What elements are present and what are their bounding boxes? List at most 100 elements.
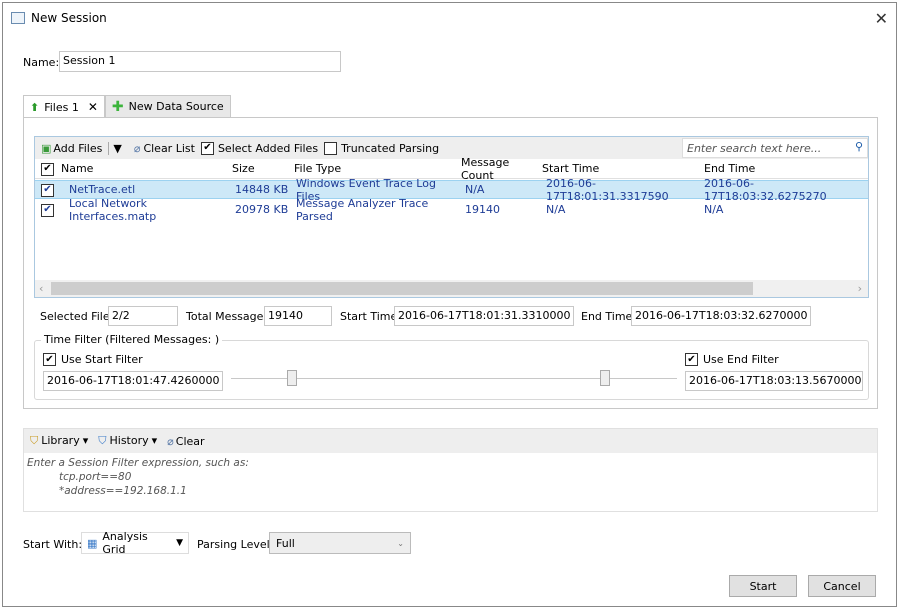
cell-name: Local Network Interfaces.matp [69,196,157,223]
use-start-filter-checkbox[interactable]: ✔ Use Start Filter [43,353,143,366]
add-files-button[interactable]: ▣ Add Files [41,142,102,155]
green-plus-icon: ✚ [111,98,124,115]
select-added-files-checkbox[interactable]: ✔ Select Added Files [200,141,318,155]
add-files-label: Add Files [53,141,103,155]
chevron-down-icon: ⌄ [397,538,404,548]
scroll-thumb[interactable] [51,282,753,295]
tab-files[interactable]: ⬆ Files 1 ✕ [23,95,105,118]
total-messages-value: 19140 [264,306,332,326]
library-button[interactable]: ⛉ Library ▾ [30,434,88,448]
truncated-parsing-checkbox[interactable]: Truncated Parsing [324,141,440,155]
col-file-type[interactable]: File Type [294,162,461,175]
start-button[interactable]: Start [729,575,797,597]
col-start-time[interactable]: Start Time [542,162,704,175]
tab-strip: ⬆ Files 1 ✕ ✚ New Data Source [23,95,231,118]
cell-start-time: 2016-06-17T18:01:31.3317590 [546,176,669,203]
parsing-level-label: Parsing Level: [197,538,274,551]
eraser-icon: ⌀ [167,434,174,448]
row-checkbox[interactable]: ✔ [41,203,54,217]
grid-toolbar: ▣ Add Files ▼ ⌀ Clear List ✔ Select Added F… [35,137,868,159]
clear-label: Clear [175,434,205,448]
time-filter-title: Time Filter (Filtered Messages: ) [41,333,223,346]
name-label: Name: [23,56,60,69]
end-time-label: End Time: [581,310,637,323]
row-checkbox[interactable]: ✔ [41,183,54,197]
cell-size: 14848 KB [235,183,289,196]
start-slider-handle[interactable] [287,370,297,386]
start-with-dropdown[interactable]: ▦ Analysis Grid ▼ [81,530,189,556]
hint-line: Enter a Session Filter expression, such … [27,457,249,469]
scroll-right-icon[interactable]: › [858,282,862,295]
tab-new-data-source[interactable]: ✚ New Data Source [104,95,231,117]
time-filter-group: Time Filter (Filtered Messages: ) ✔ Use S… [34,333,869,400]
library-label: Library [41,434,80,447]
filter-expression-input[interactable]: Enter a Session Filter expression, such … [24,453,877,501]
start-filter-input[interactable]: 2016-06-17T18:01:47.4260000 [43,371,223,391]
start-with-value: Analysis Grid [102,530,148,556]
clear-list-label: Clear List [143,141,195,155]
end-time-value: 2016-06-17T18:03:32.6270000 [631,306,811,326]
start-time-value: 2016-06-17T18:01:31.3310000 [394,306,574,326]
new-session-dialog: New Session ✕ Name: Session 1 ⬆ Files 1 … [2,2,897,607]
grid-icon: ▦ [87,536,98,550]
select-all-checkbox[interactable]: ✔ [41,162,54,176]
history-label: History [109,434,149,447]
session-icon [11,12,25,24]
cancel-button[interactable]: Cancel [808,575,876,597]
cell-end-time: 2016-06-17T18:03:32.6275270 [704,176,827,203]
tab-new-data-source-label: New Data Source [128,100,224,113]
search-input[interactable]: Enter search text here... ⚲ [682,138,868,158]
add-files-dropdown[interactable]: ▼ [108,141,122,155]
selected-files-value: 2/2 [108,306,178,326]
parsing-level-select[interactable]: Full ⌄ [269,532,411,554]
tab-close-icon[interactable]: ✕ [88,100,98,114]
filter-toolbar: ⛉ Library ▾ ⛉ History ▾ ⌀ Clear [24,429,877,453]
eraser-icon: ⌀ [133,141,141,155]
use-start-filter-label: Use Start Filter [61,353,143,366]
col-size[interactable]: Size [232,162,294,175]
time-range-slider[interactable] [231,378,677,379]
file-arrow-icon: ⬆ [30,100,40,114]
cell-end-time: N/A [704,203,724,216]
start-time-label: Start Time: [340,310,401,323]
title-bar: New Session [11,11,107,25]
use-end-filter-checkbox[interactable]: ✔ Use End Filter [685,353,779,366]
col-name[interactable]: Name [61,162,232,175]
cell-start-time: N/A [546,203,566,216]
col-end-time[interactable]: End Time [704,162,864,175]
table-row[interactable]: ✔ Local Network Interfaces.matp 20978 KB… [35,197,868,223]
cell-message-count: N/A [465,183,485,196]
chevron-down-icon: ▼ [176,538,183,548]
window-title: New Session [31,11,107,25]
clear-list-button[interactable]: ⌀ Clear List [134,142,195,155]
search-icon[interactable]: ⚲ [855,140,863,153]
add-file-icon: ▣ [41,141,52,155]
cell-file-type: Message Analyzer Trace Parsed [296,196,429,223]
name-input[interactable]: Session 1 [59,51,341,72]
end-filter-input[interactable]: 2016-06-17T18:03:13.5670000 [685,371,863,391]
start-with-label: Start With: [23,538,83,551]
scroll-left-icon[interactable]: ‹ [39,282,43,295]
end-slider-handle[interactable] [600,370,610,386]
horizontal-scrollbar[interactable]: ‹ › [35,280,868,297]
total-messages-label: Total Messages: [186,310,273,323]
col-message-count[interactable]: Message Count [461,156,542,182]
filter-icon: ⛉ [30,434,39,447]
history-filter-icon: ⛉ [98,434,107,447]
tab-files-label: Files 1 [44,100,79,114]
parsing-level-value: Full [276,536,295,550]
files-tab-panel: ▣ Add Files ▼ ⌀ Clear List ✔ Select Added F… [23,117,878,409]
search-placeholder: Enter search text here... [687,142,822,155]
cell-message-count: 19140 [465,203,500,216]
files-grid: ▣ Add Files ▼ ⌀ Clear List ✔ Select Added F… [34,136,869,298]
truncated-parsing-label: Truncated Parsing [341,141,440,155]
hint-line: tcp.port==80 [59,471,132,483]
cell-size: 20978 KB [235,203,289,216]
cell-name: NetTrace.etl [69,183,136,196]
session-filter-panel: ⛉ Library ▾ ⛉ History ▾ ⌀ Clear Enter a Ses… [23,428,878,512]
close-icon[interactable]: ✕ [875,9,888,28]
hint-line: *address==192.168.1.1 [59,485,187,497]
clear-filter-button[interactable]: ⌀ Clear [167,435,204,448]
use-end-filter-label: Use End Filter [703,353,779,366]
history-button[interactable]: ⛉ History ▾ [98,434,157,448]
